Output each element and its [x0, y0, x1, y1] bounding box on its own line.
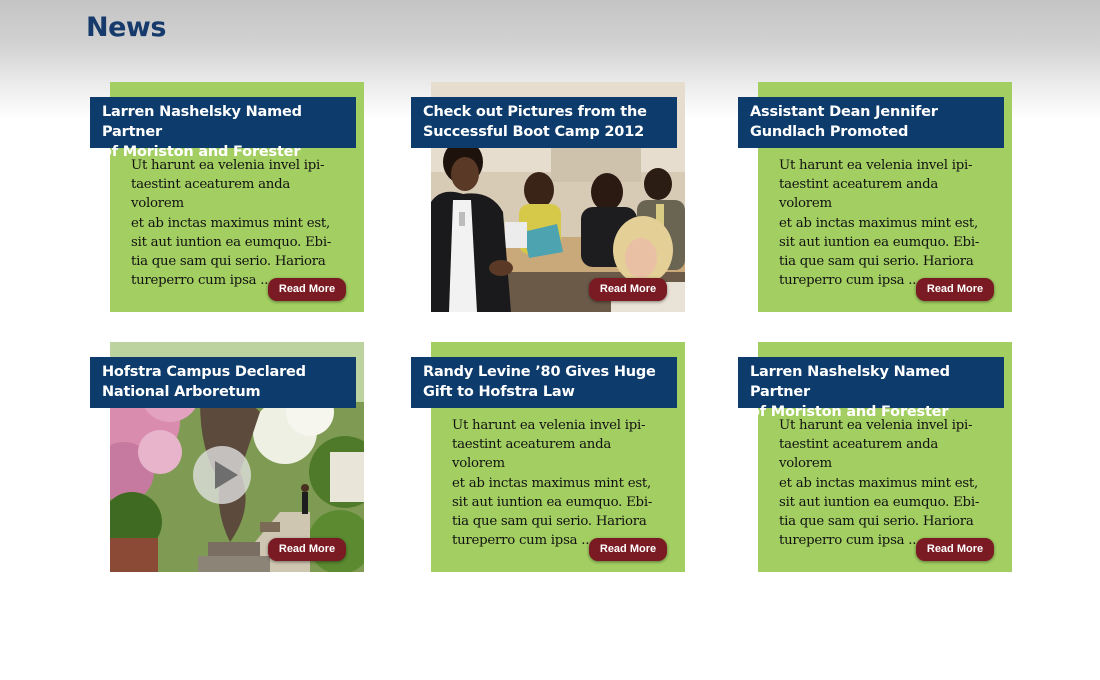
news-card-title[interactable]: Assistant Dean Jennifer Gundlach Promote…	[738, 97, 1004, 148]
read-more-button[interactable]: Read More	[589, 538, 667, 561]
news-card-title[interactable]: Larren Nashelsky Named Partner of Morist…	[738, 357, 1004, 420]
read-more-button[interactable]: Read More	[916, 278, 994, 301]
read-more-button[interactable]: Read More	[589, 278, 667, 301]
read-more-button[interactable]: Read More	[268, 278, 346, 301]
news-card-title[interactable]: Randy Levine ’80 Gives Huge Gift to Hofs…	[411, 357, 677, 408]
news-card: Assistant Dean Jennifer Gundlach Promote…	[738, 82, 1012, 312]
news-card-title[interactable]: Hofstra Campus Declared National Arboret…	[90, 357, 356, 408]
news-card: Larren Nashelsky Named Partner of Morist…	[90, 82, 364, 312]
news-card: Hofstra Campus Declared National Arboret…	[90, 342, 364, 572]
news-card-title[interactable]: Larren Nashelsky Named Partner of Morist…	[90, 97, 356, 160]
read-more-button[interactable]: Read More	[916, 538, 994, 561]
news-card-excerpt: Ut harunt ea velenia invel ipi- taestint…	[131, 158, 332, 289]
news-card: Larren Nashelsky Named Partner of Morist…	[738, 342, 1012, 572]
page-title: News	[86, 12, 166, 43]
news-card: Check out Pictures from the Successful B…	[411, 82, 685, 312]
play-icon[interactable]	[193, 446, 251, 504]
news-card-excerpt: Ut harunt ea velenia invel ipi- taestint…	[779, 418, 980, 549]
news-card-title[interactable]: Check out Pictures from the Successful B…	[411, 97, 677, 148]
news-card-excerpt: Ut harunt ea velenia invel ipi- taestint…	[452, 418, 653, 549]
read-more-button[interactable]: Read More	[268, 538, 346, 561]
news-card-excerpt: Ut harunt ea velenia invel ipi- taestint…	[779, 158, 980, 289]
news-card: Randy Levine ’80 Gives Huge Gift to Hofs…	[411, 342, 685, 572]
